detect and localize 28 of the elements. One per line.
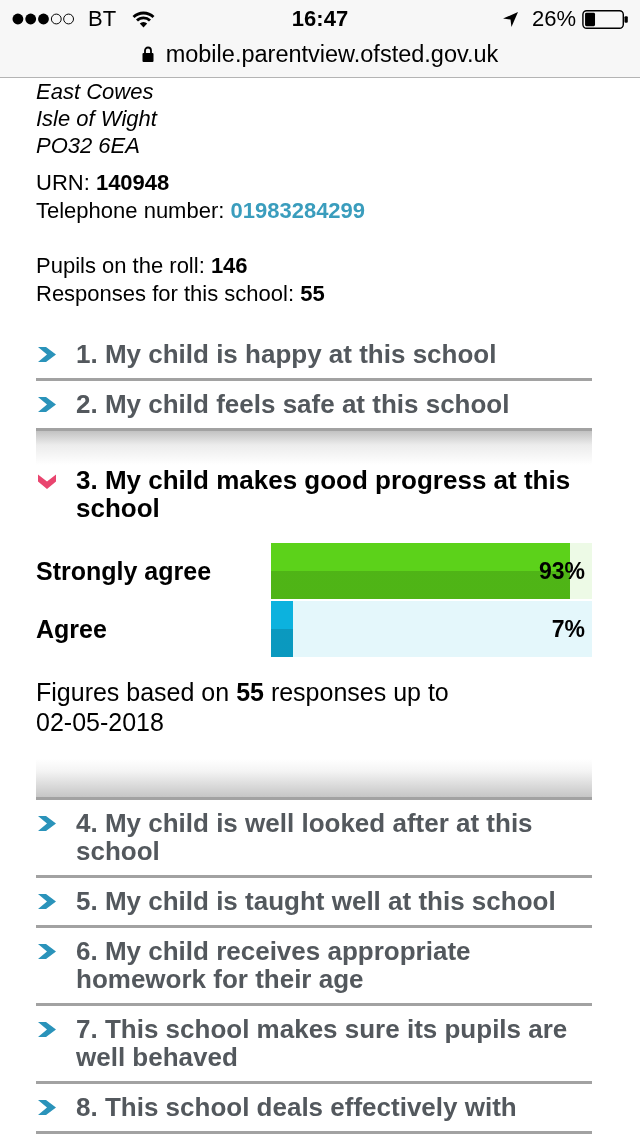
responses-text: Responses for this school: 55 (36, 280, 326, 308)
telephone-label: Telephone number: (36, 198, 225, 223)
answer-label: Strongly agree (36, 556, 213, 586)
percentage-reading: 7% (551, 615, 585, 643)
question-header[interactable]: 1. My child is happy at this school (36, 331, 592, 378)
battery-percent-text: 26% (531, 6, 576, 32)
signal-icon (12, 13, 74, 25)
question-header[interactable]: 2. My child feels safe at this school (36, 381, 592, 428)
question-header[interactable]: 3. My child makes good progress at this school (36, 431, 592, 529)
address-line: Isle of Wight (36, 105, 159, 132)
question-header[interactable]: 8. This school deals effectively with (36, 1084, 592, 1131)
carrier-text: BT (88, 6, 117, 32)
pupils-text: Pupils on the roll: 146 (36, 252, 249, 280)
answer-label: Agree (36, 614, 108, 644)
location-arrow-icon (502, 11, 518, 27)
address-line: PO32 6EA (36, 132, 141, 159)
question-header[interactable]: 7. This school makes sure its pupils are well behaved (36, 1006, 592, 1081)
urn-text: URN: 140948 (36, 169, 171, 197)
battery-icon (582, 9, 628, 29)
lock-icon (141, 46, 154, 62)
clock-text: 16:47 (291, 6, 349, 32)
question-header[interactable]: 6. My child receives appropriate homework for their age (36, 928, 592, 1003)
url-text[interactable]: mobile.parentview.ofsted.gov.uk (165, 40, 499, 68)
question-header[interactable]: 4. My child is well looked after at this school (36, 800, 592, 875)
question-header[interactable]: 5. My child is taught well at this school (36, 878, 592, 925)
address-line: East Cowes (36, 78, 155, 105)
footnote-text: Figures based on 55 responses up to 02-05-2018 (36, 677, 450, 737)
wifi-icon (132, 10, 156, 28)
